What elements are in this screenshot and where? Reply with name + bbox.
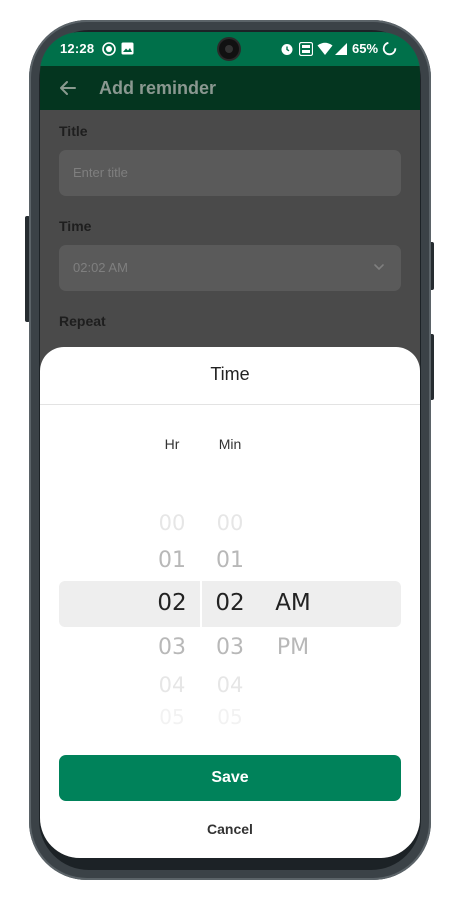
hour-option[interactable]: 00	[152, 511, 192, 535]
phone-screen: 12:28 65% Add reminder Title Enter title…	[40, 32, 420, 858]
picker-column-divider	[200, 581, 202, 627]
hour-option[interactable]: 03	[152, 635, 192, 660]
minute-option[interactable]: 05	[210, 705, 250, 729]
minute-option-selected[interactable]: 02	[210, 590, 250, 616]
sheet-title: Time	[210, 364, 250, 384]
minute-option[interactable]: 01	[210, 548, 250, 573]
status-time: 12:28	[60, 41, 95, 56]
record-icon	[102, 42, 116, 56]
page-title: Add reminder	[99, 78, 217, 98]
minute-header: Min	[218, 436, 242, 452]
time-dropdown[interactable]: 02:02 AM	[59, 245, 401, 291]
battery-saver-icon	[382, 41, 397, 56]
minute-option[interactable]: 04	[210, 673, 250, 697]
period-option[interactable]: PM	[268, 635, 318, 660]
time-value: 02:02 AM	[73, 260, 128, 275]
title-input[interactable]: Enter title	[59, 150, 401, 196]
app-bar: Add reminder	[40, 66, 420, 110]
front-camera	[219, 39, 239, 59]
status-bar: 12:28 65%	[40, 32, 420, 66]
period-option-selected[interactable]: AM	[268, 590, 318, 616]
chevron-down-icon	[374, 264, 384, 271]
minute-option[interactable]: 00	[210, 511, 250, 535]
volte-icon	[299, 42, 313, 56]
hour-header: Hr	[164, 436, 180, 452]
hour-option[interactable]: 01	[152, 548, 192, 573]
arrow-left-icon[interactable]	[58, 78, 78, 98]
hour-option-selected[interactable]: 02	[152, 590, 192, 616]
time-label: Time	[59, 218, 92, 234]
battery-percent: 65%	[352, 41, 379, 56]
sheet-divider	[40, 404, 420, 405]
title-placeholder: Enter title	[73, 165, 128, 180]
hour-option[interactable]: 05	[152, 705, 192, 729]
alarm-icon	[281, 44, 293, 55]
cancel-button[interactable]: Cancel	[40, 821, 420, 837]
time-picker-sheet: Time Hr Min 00 01 02 03 04 05 00 01 02 0…	[40, 347, 420, 858]
image-icon	[121, 42, 134, 55]
repeat-label: Repeat	[59, 313, 106, 329]
save-button[interactable]: Save	[59, 755, 401, 801]
hour-option[interactable]: 04	[152, 673, 192, 697]
wifi-icon	[317, 42, 333, 55]
minute-option[interactable]: 03	[210, 635, 250, 660]
title-label: Title	[59, 123, 88, 139]
signal-icon	[335, 43, 347, 55]
